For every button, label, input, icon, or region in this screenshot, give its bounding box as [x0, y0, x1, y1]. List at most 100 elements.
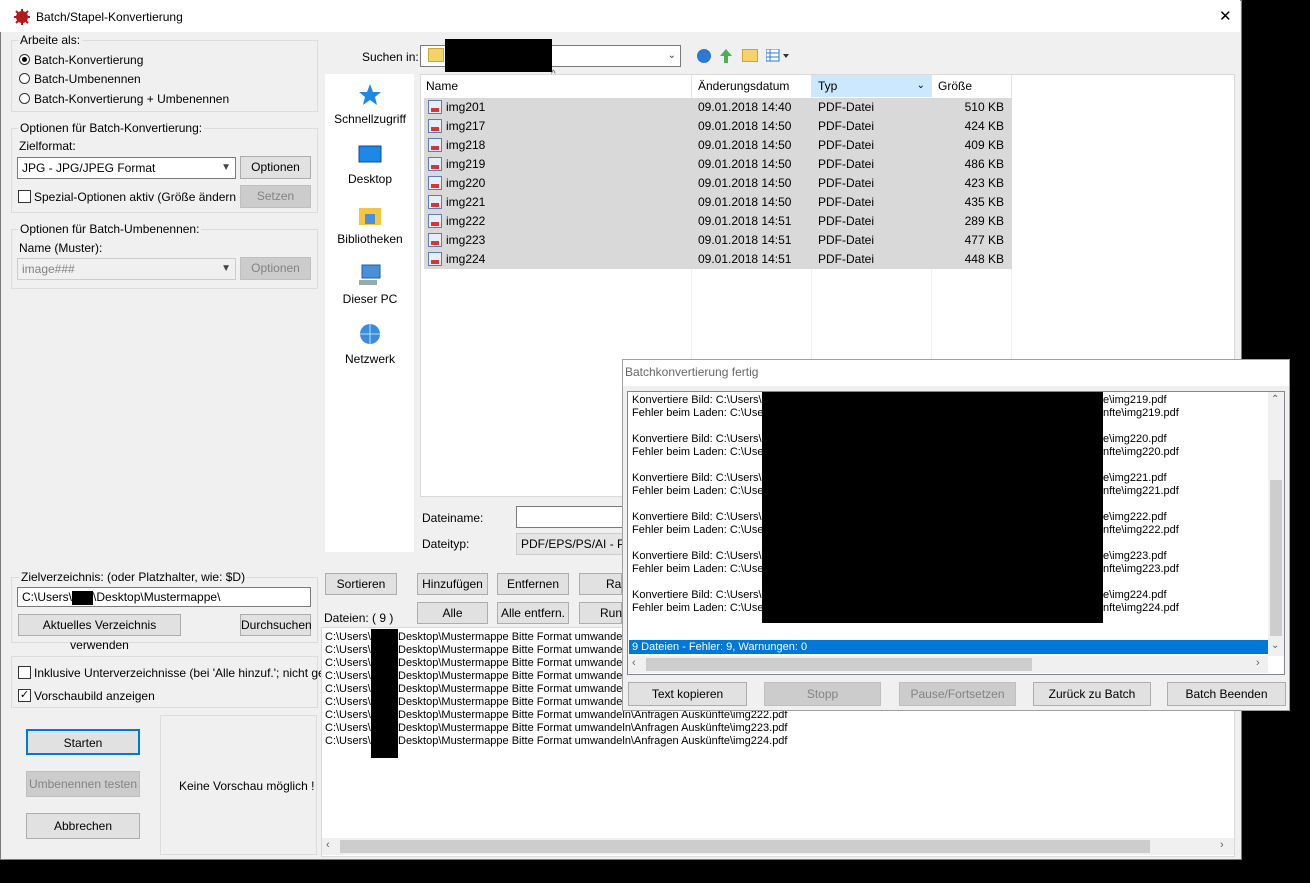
file-name: img218	[446, 138, 486, 152]
nav-netzwerk[interactable]: Netzwerk	[326, 322, 414, 366]
col-label: Name	[426, 79, 459, 93]
up-folder-icon[interactable]	[719, 48, 733, 64]
back-icon[interactable]	[697, 49, 711, 63]
umb-optionen-button[interactable]: Optionen	[240, 257, 311, 280]
aktuelles-verzeichnis-button[interactable]: Aktuelles Verzeichnis verwenden	[18, 614, 181, 652]
radio-batch-umbenennen[interactable]	[19, 73, 30, 84]
inklusive-checkbox[interactable]	[18, 666, 31, 679]
log-fehler: Fehler beim Laden: C:\Users\	[632, 446, 776, 458]
rau-button[interactable]: Rau	[579, 573, 628, 595]
chevron-down-icon: ⌄	[667, 50, 676, 61]
starten-button[interactable]: Starten	[26, 729, 140, 755]
run-button[interactable]: Runt	[579, 602, 625, 624]
file-row[interactable]: img222 09.01.2018 14:51 PDF-Datei 289 KB	[424, 212, 1012, 231]
col-groesse[interactable]: Größe	[932, 75, 1012, 97]
close-icon[interactable]: ✕	[1219, 7, 1232, 25]
log-fehler-tail: nfte\img222.pdf	[1103, 524, 1179, 536]
summary-line[interactable]: 9 Dateien - Fehler: 9, Warnungen: 0	[629, 640, 1268, 654]
dateiname-input[interactable]	[516, 506, 626, 528]
file-date: 09.01.2018 14:50	[698, 195, 792, 209]
file-row[interactable]: img218 09.01.2018 14:50 PDF-Datei 409 KB	[424, 136, 1012, 155]
file-type: PDF-Datei	[818, 138, 875, 152]
umbenennen-testen-button[interactable]: Umbenennen testen	[26, 771, 140, 797]
horizontal-scrollbar[interactable]: ‹ ›	[322, 838, 1234, 855]
log-fehler: Fehler beim Laden: C:\Users\	[632, 563, 776, 575]
col-datum[interactable]: Änderungsdatum	[692, 75, 812, 97]
file-date: 09.01.2018 14:50	[698, 157, 792, 171]
file-row[interactable]: img201 09.01.2018 14:40 PDF-Datei 510 KB	[424, 98, 1012, 117]
zielformat-select[interactable]: JPG - JPG/JPEG Format ▼	[17, 157, 236, 179]
file-row[interactable]: img224 09.01.2018 14:51 PDF-Datei 448 KB	[424, 250, 1012, 269]
dateityp-value: PDF/EPS/PS/AI - Po	[521, 537, 626, 551]
chevron-right-icon[interactable]: ›	[1220, 839, 1224, 851]
log-konvertiere-tail: e\img223.pdf	[1103, 550, 1167, 562]
alle-hinzufuegen-button[interactable]: Alle hinzufüg.	[417, 602, 488, 640]
view-menu-icon[interactable]	[765, 48, 790, 63]
zurueck-zu-batch-button[interactable]: Zurück zu Batch	[1033, 682, 1151, 706]
file-date: 09.01.2018 14:40	[698, 100, 792, 114]
file-size: 424 KB	[964, 119, 1004, 133]
nav-schnellzugriff[interactable]: Schnellzugriff	[326, 82, 414, 126]
name-muster-select[interactable]: image### ▼	[17, 258, 236, 280]
file-size: 423 KB	[964, 176, 1004, 190]
sortieren-button[interactable]: Sortieren	[325, 573, 397, 595]
dialog-h-scrollbar[interactable]: ‹ ›	[628, 656, 1268, 673]
redacted-block	[371, 629, 398, 758]
path-prefix: C:\Users\	[325, 670, 371, 682]
text-kopieren-button[interactable]: Text kopieren	[628, 682, 747, 706]
chevron-down-icon[interactable]: ⌄	[1271, 640, 1279, 651]
scrollbar-thumb[interactable]	[646, 658, 1032, 671]
ziel-input[interactable]: C:\Users\ \Desktop\Mustermappe\	[17, 587, 311, 607]
dateityp-select[interactable]: PDF/EPS/PS/AI - Po	[516, 533, 626, 555]
file-type: PDF-Datei	[818, 157, 875, 171]
pdf-file-icon	[428, 100, 442, 114]
file-row[interactable]: img219 09.01.2018 14:50 PDF-Datei 486 KB	[424, 155, 1012, 174]
hinzufuegen-button[interactable]: Hinzufügen	[417, 573, 488, 595]
nav-dieser-pc[interactable]: Dieser PC	[326, 262, 414, 306]
log-konvertiere: Konvertiere Bild: C:\Users\T	[632, 511, 769, 523]
file-type: PDF-Datei	[818, 119, 875, 133]
col-name[interactable]: Name	[420, 75, 692, 97]
pdf-file-icon	[428, 195, 442, 209]
abbrechen-button[interactable]: Abbrechen	[26, 813, 140, 839]
chevron-left-icon[interactable]: ‹	[326, 839, 330, 851]
ziel-path-prefix: C:\Users\	[22, 590, 73, 604]
nav-desktop[interactable]: Desktop	[326, 142, 414, 186]
entfernen-button[interactable]: Entfernen	[497, 573, 569, 595]
chevron-left-icon[interactable]: ‹	[632, 657, 636, 669]
file-row[interactable]: img221 09.01.2018 14:50 PDF-Datei 435 KB	[424, 193, 1012, 212]
file-size: 289 KB	[964, 214, 1004, 228]
chevron-up-icon[interactable]: ⌃	[1271, 394, 1279, 405]
setzen-button[interactable]: Setzen	[240, 185, 311, 208]
path-prefix: C:\Users\	[325, 683, 371, 695]
pause-fortsetzen-button[interactable]: Pause/Fortsetzen	[899, 682, 1016, 706]
file-date: 09.01.2018 14:51	[698, 214, 792, 228]
chevron-right-icon[interactable]: ›	[1256, 657, 1260, 669]
log-konvertiere-tail: e\img221.pdf	[1103, 472, 1167, 484]
scrollbar-thumb[interactable]	[340, 840, 1150, 853]
radio-batch-konvertierung[interactable]	[19, 54, 30, 65]
vertical-scrollbar[interactable]: ⌃ ⌄	[1268, 392, 1284, 656]
spezial-checkbox[interactable]	[18, 190, 31, 203]
konv-optionen-button[interactable]: Optionen	[240, 156, 311, 179]
col-typ[interactable]: Typ ⌄	[812, 75, 932, 97]
path-line: Desktop\Mustermappe Bitte Format umwande…	[398, 631, 631, 643]
scrollbar-thumb[interactable]	[1270, 480, 1282, 636]
batch-beenden-button[interactable]: Batch Beenden	[1167, 682, 1286, 706]
nav-bibliotheken[interactable]: Bibliotheken	[326, 202, 414, 246]
pdf-file-icon	[428, 157, 442, 171]
file-row[interactable]: img217 09.01.2018 14:50 PDF-Datei 424 KB	[424, 117, 1012, 136]
file-row[interactable]: img220 09.01.2018 14:50 PDF-Datei 423 KB	[424, 174, 1012, 193]
vorschau-checkbox[interactable]: ✓	[18, 689, 31, 702]
path-line: Desktop\Mustermappe Bitte Format umwande…	[398, 722, 788, 734]
durchsuchen-button[interactable]: Durchsuchen	[240, 614, 312, 636]
dialog-title: Batchkonvertierung fertig	[625, 365, 759, 379]
log-konvertiere: Konvertiere Bild: C:\Users\T	[632, 433, 769, 445]
file-row[interactable]: img223 09.01.2018 14:51 PDF-Datei 477 KB	[424, 231, 1012, 250]
col-label: Änderungsdatum	[698, 79, 790, 93]
stopp-button[interactable]: Stopp	[764, 682, 881, 706]
new-folder-icon[interactable]	[742, 49, 758, 62]
file-name: img222	[446, 214, 486, 228]
radio-batch-konv-umbenennen[interactable]	[19, 93, 30, 104]
alle-entfernen-button[interactable]: Alle entfern.	[497, 602, 569, 624]
